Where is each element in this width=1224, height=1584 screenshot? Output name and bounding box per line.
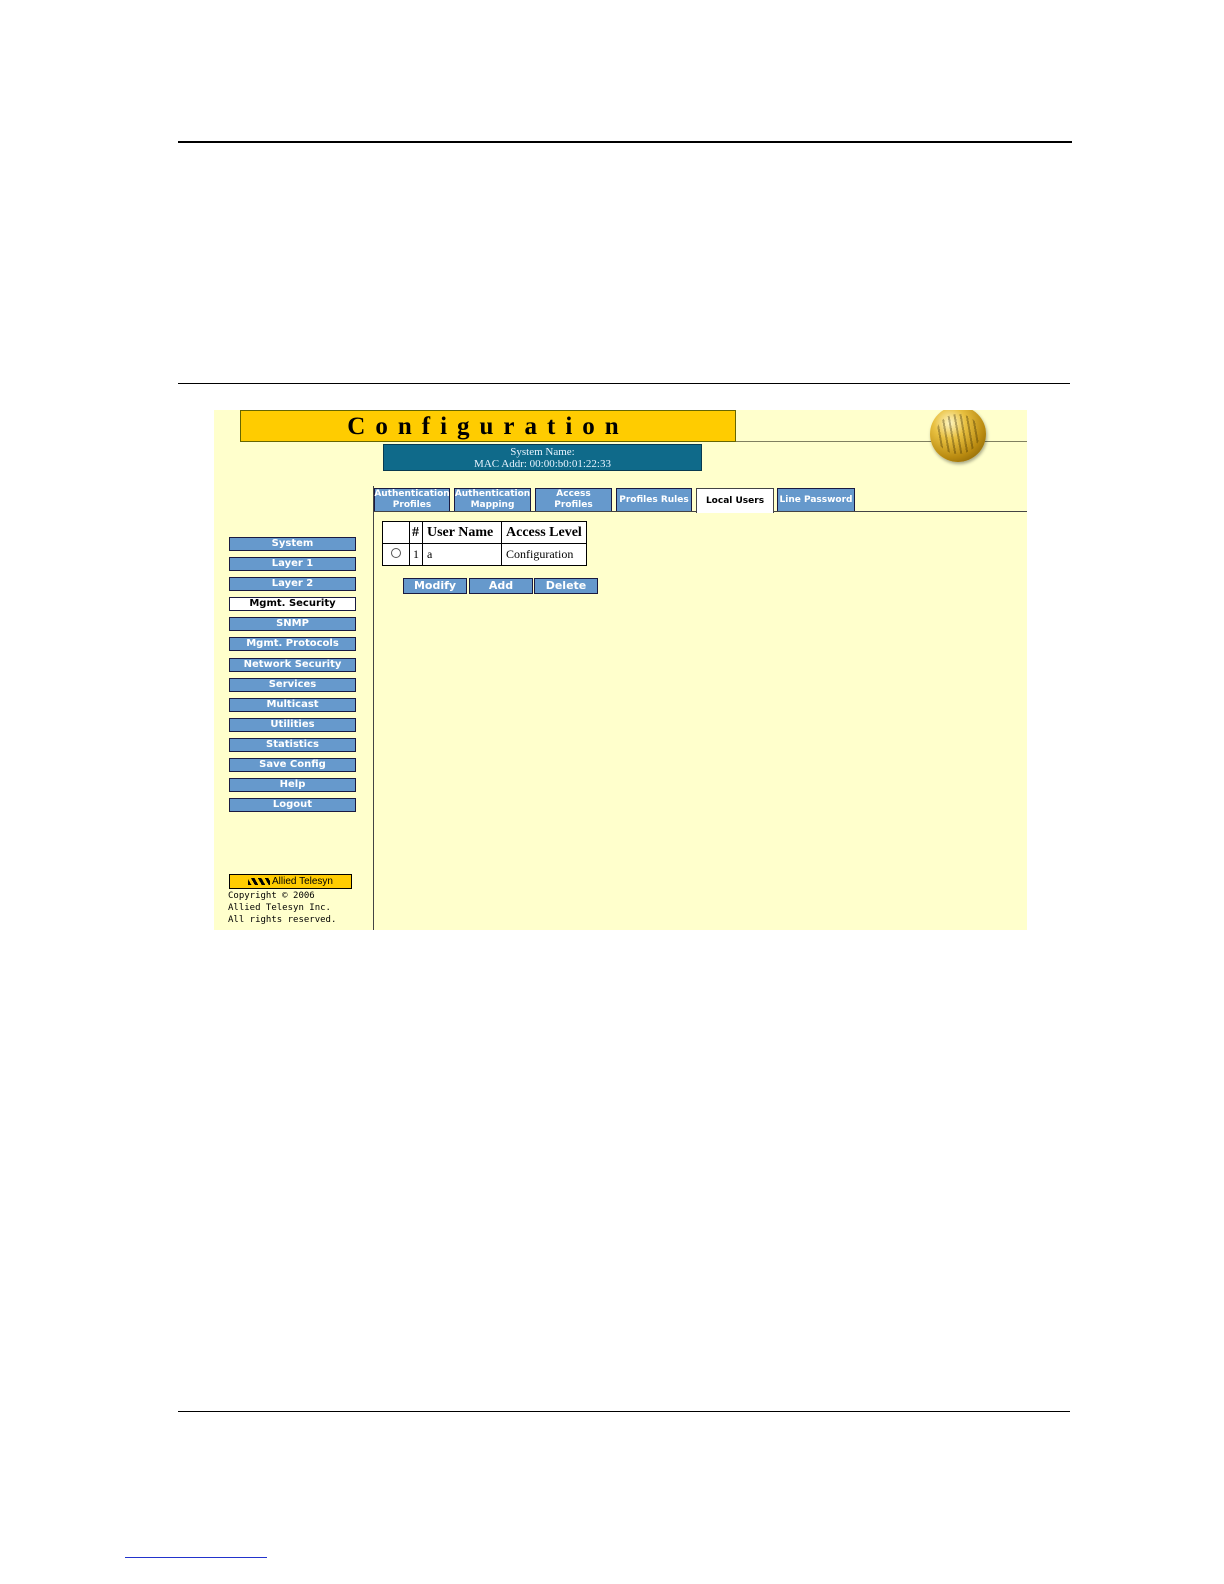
logo-text: Allied Telesyn [272, 876, 333, 887]
page-rule-bottom [178, 1411, 1070, 1412]
tab-line-password[interactable]: Line Password [777, 488, 855, 511]
row-number: 1 [409, 543, 423, 566]
sidebar-item-system[interactable]: System [229, 537, 356, 551]
sidebar-item-mgmt-security[interactable]: Mgmt. Security [229, 597, 356, 611]
globe-logo-icon [930, 410, 986, 462]
add-button[interactable]: Add [469, 578, 533, 594]
sidebar-item-multicast[interactable]: Multicast [229, 698, 356, 712]
mac-address: MAC Addr: 00:00:b0:01:22:33 [474, 458, 611, 470]
sidebar-item-layer-2[interactable]: Layer 2 [229, 577, 356, 591]
tab-access-profiles[interactable]: Access Profiles [535, 488, 612, 511]
local-users-table: # User Name Access Level 1 a Configurati… [382, 521, 587, 566]
sidebar-item-services[interactable]: Services [229, 678, 356, 692]
page-title: Configuration [347, 413, 629, 440]
system-name: System Name: [510, 446, 575, 458]
allied-telesyn-mark-icon [248, 877, 271, 885]
copyright-text: Copyright © 2006 [228, 891, 315, 901]
table-header-row: # User Name Access Level [382, 521, 587, 544]
column-header-user-name: User Name [422, 521, 502, 544]
row-select-cell [382, 543, 410, 566]
row-select-radio[interactable] [391, 548, 401, 558]
modify-button[interactable]: Modify [403, 578, 467, 594]
sidebar-item-network-security[interactable]: Network Security [229, 658, 356, 672]
company-text: Allied Telesyn Inc. [228, 903, 331, 913]
config-screenshot: Configuration System Name: MAC Addr: 00:… [214, 410, 1027, 930]
system-info-bar: System Name: MAC Addr: 00:00:b0:01:22:33 [383, 444, 702, 471]
table-row: 1 a Configuration [382, 543, 587, 566]
sidebar-item-utilities[interactable]: Utilities [229, 718, 356, 732]
sidebar-item-save-config[interactable]: Save Config [229, 758, 356, 772]
tab-profiles-rules[interactable]: Profiles Rules [616, 488, 692, 511]
sidebar-item-statistics[interactable]: Statistics [229, 738, 356, 752]
row-access-level: Configuration [501, 543, 587, 566]
row-user-name: a [422, 543, 502, 566]
tab-authentication-mapping[interactable]: Authentication Mapping [454, 488, 531, 511]
footnote-link-line [125, 1557, 267, 1558]
tab-local-users[interactable]: Local Users [696, 488, 774, 513]
column-header-number: # [409, 521, 423, 544]
title-bar: Configuration [240, 410, 736, 442]
sidebar-divider [373, 486, 374, 930]
rights-text: All rights reserved. [228, 915, 337, 925]
tab-authentication-profiles[interactable]: Authentication Profiles [374, 488, 450, 511]
delete-button[interactable]: Delete [534, 578, 598, 594]
column-header-select [382, 521, 410, 544]
page-rule-top [178, 141, 1072, 143]
column-header-access-level: Access Level [501, 521, 587, 544]
sidebar-item-mgmt-protocols[interactable]: Mgmt. Protocols [229, 637, 356, 651]
sidebar-item-logout[interactable]: Logout [229, 798, 356, 812]
page-rule-middle [178, 383, 1070, 384]
sidebar-item-layer-1[interactable]: Layer 1 [229, 557, 356, 571]
sidebar-item-help[interactable]: Help [229, 778, 356, 792]
sidebar-item-snmp[interactable]: SNMP [229, 617, 356, 631]
allied-telesyn-logo: Allied Telesyn [229, 874, 352, 889]
